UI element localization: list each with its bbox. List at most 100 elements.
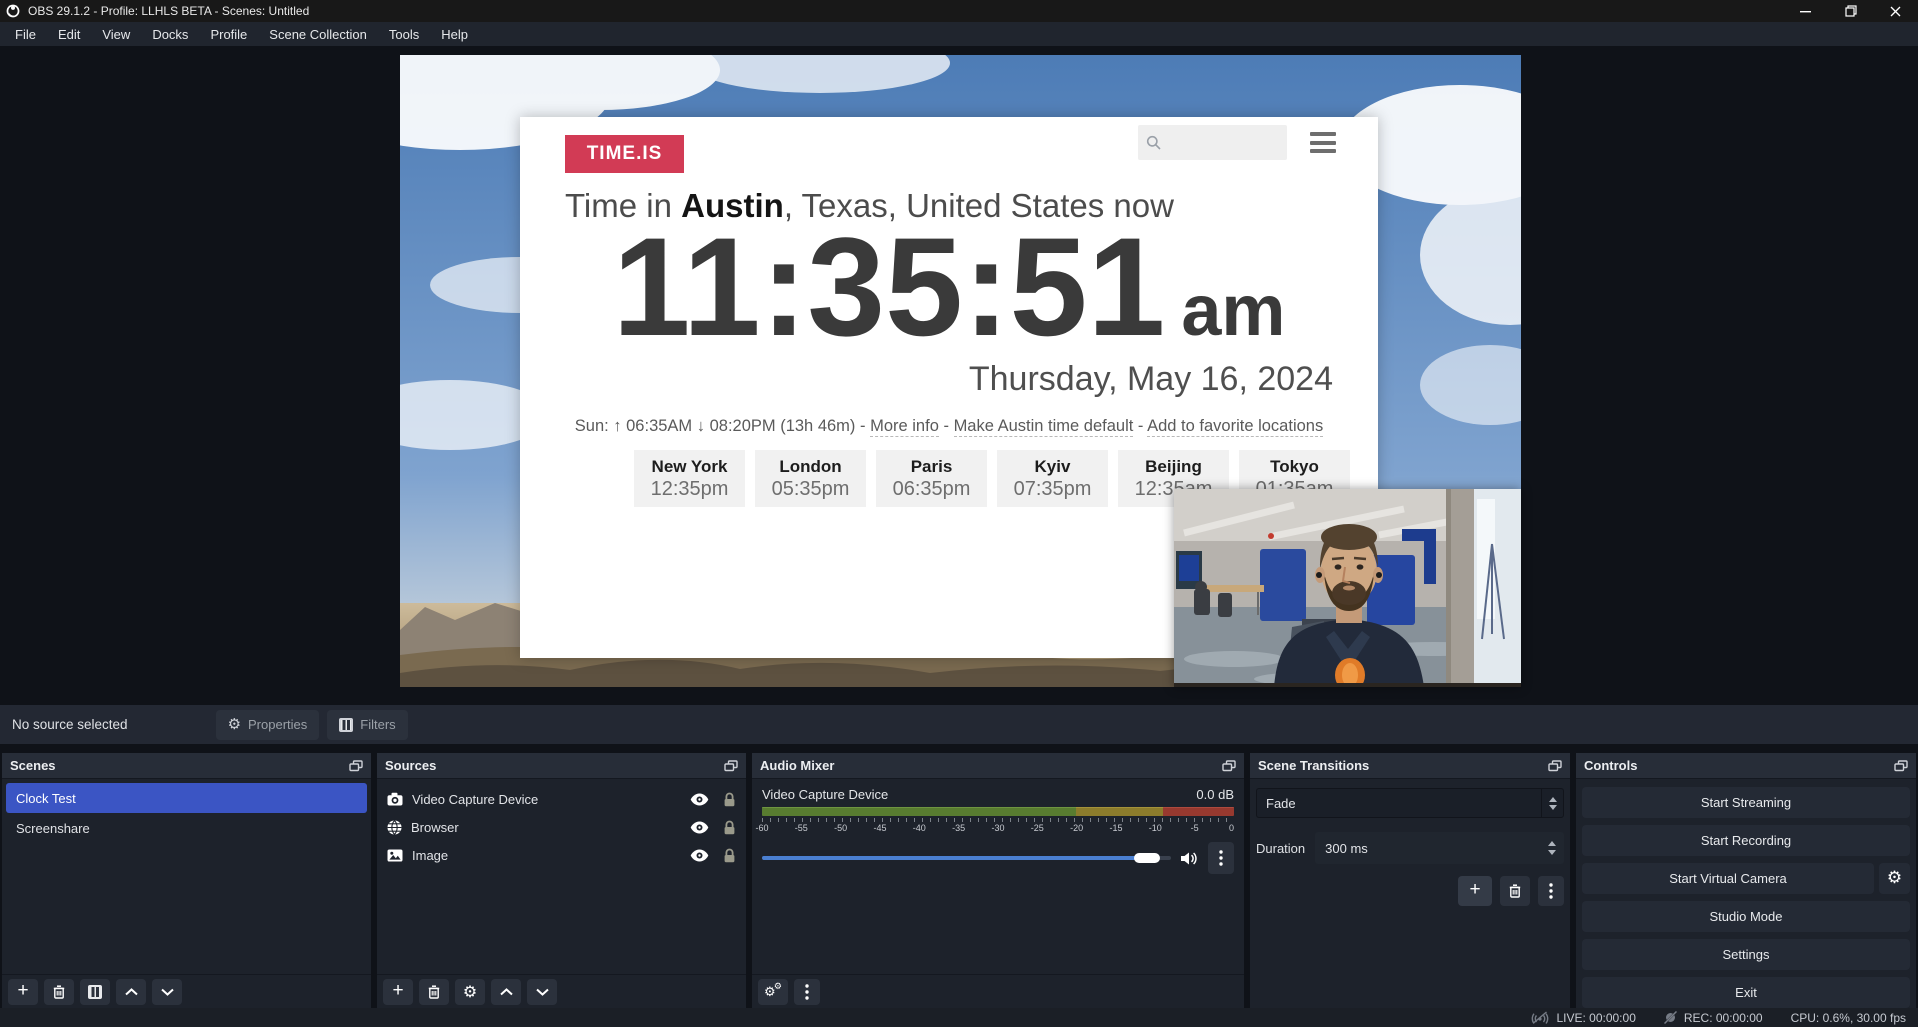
virtual-camera-settings-button[interactable]: ⚙: [1879, 863, 1910, 894]
popout-dock-icon[interactable]: [349, 760, 363, 772]
move-scene-up-button[interactable]: [116, 979, 146, 1005]
lock-icon[interactable]: [723, 848, 736, 863]
transitions-title: Scene Transitions: [1258, 758, 1369, 773]
menu-profile[interactable]: Profile: [199, 22, 258, 46]
cpu-fps-status: CPU: 0.6%, 30.00 fps: [1791, 1011, 1906, 1025]
volume-slider-handle[interactable]: [1134, 853, 1160, 863]
volume-slider[interactable]: [762, 856, 1171, 860]
scene-filters-button[interactable]: [80, 979, 110, 1005]
filters-button[interactable]: Filters: [327, 710, 407, 740]
exit-button[interactable]: Exit: [1582, 977, 1910, 1008]
source-properties-button[interactable]: ⚙: [455, 979, 485, 1005]
tick-label: -35: [952, 823, 965, 833]
add-source-button[interactable]: +: [383, 979, 413, 1005]
menu-tools[interactable]: Tools: [378, 22, 430, 46]
city-card[interactable]: New York12:35pm: [634, 450, 745, 507]
tick-label: -40: [913, 823, 926, 833]
add-favorite-link[interactable]: Add to favorite locations: [1147, 417, 1323, 437]
controls-header: Controls: [1576, 753, 1916, 779]
lock-icon[interactable]: [723, 792, 736, 807]
transition-properties-button[interactable]: [1538, 876, 1564, 906]
studio-mode-button[interactable]: Studio Mode: [1582, 901, 1910, 932]
add-transition-button[interactable]: +: [1458, 876, 1492, 906]
city-name: Paris: [876, 457, 987, 477]
move-source-up-button[interactable]: [491, 979, 521, 1005]
popout-dock-icon[interactable]: [1222, 760, 1236, 772]
remove-scene-button[interactable]: [44, 979, 74, 1005]
source-item-image[interactable]: Image: [377, 841, 746, 869]
source-item-browser[interactable]: Browser: [377, 813, 746, 841]
properties-button[interactable]: ⚙ Properties: [216, 710, 320, 740]
make-default-link[interactable]: Make Austin time default: [954, 417, 1134, 437]
more-info-link[interactable]: More info: [870, 417, 939, 437]
tick-label: -20: [1070, 823, 1083, 833]
menu-scene-collection[interactable]: Scene Collection: [258, 22, 378, 46]
city-card[interactable]: Paris06:35pm: [876, 450, 987, 507]
hamburger-menu-icon[interactable]: [1310, 132, 1336, 153]
sources-panel-title: Sources: [385, 758, 436, 773]
city-card[interactable]: London05:35pm: [755, 450, 866, 507]
scenes-panel-header: Scenes: [2, 753, 371, 779]
minimize-button[interactable]: [1783, 0, 1828, 22]
popout-dock-icon[interactable]: [1548, 760, 1562, 772]
sources-panel: Sources Video Capture Device Browser: [377, 753, 746, 1008]
advanced-audio-button[interactable]: ⚙ ⚙: [758, 979, 788, 1005]
city-name: Beijing: [1118, 457, 1229, 477]
status-bar: LIVE: 00:00:00 REC: 00:00:00 CPU: 0.6%, …: [0, 1008, 1918, 1027]
preview-area[interactable]: TIME.IS Time in Austin, Texas, United St…: [0, 46, 1918, 705]
menu-help[interactable]: Help: [430, 22, 479, 46]
source-item-video-capture[interactable]: Video Capture Device: [377, 785, 746, 813]
remove-transition-button[interactable]: [1500, 876, 1530, 906]
start-recording-button[interactable]: Start Recording: [1582, 825, 1910, 856]
start-virtual-camera-button[interactable]: Start Virtual Camera: [1582, 863, 1874, 894]
city-time: 07:35pm: [997, 478, 1108, 501]
current-date: Thursday, May 16, 2024: [969, 360, 1333, 399]
menu-docks[interactable]: Docks: [141, 22, 199, 46]
tick-label: -10: [1149, 823, 1162, 833]
city-name: Tokyo: [1239, 457, 1350, 477]
source-label: Browser: [411, 820, 681, 835]
settings-button[interactable]: Settings: [1582, 939, 1910, 970]
scene-item-screenshare[interactable]: Screenshare: [6, 813, 367, 843]
properties-label: Properties: [248, 717, 307, 732]
mixer-menu-button[interactable]: [794, 979, 820, 1005]
timeis-logo[interactable]: TIME.IS: [565, 135, 684, 173]
remove-source-button[interactable]: [419, 979, 449, 1005]
scenes-panel-title: Scenes: [10, 758, 56, 773]
transition-select[interactable]: Fade: [1256, 788, 1564, 818]
sources-toolbar: + ⚙: [377, 974, 746, 1008]
meter-scale: -60 -55 -50 -45 -40 -35 -30 -25 -20 -15 …: [762, 818, 1234, 834]
visibility-eye-icon[interactable]: [690, 793, 709, 806]
popout-dock-icon[interactable]: [724, 760, 738, 772]
rec-time: REC: 00:00:00: [1684, 1011, 1763, 1025]
visibility-eye-icon[interactable]: [690, 849, 709, 862]
mixer-options-button[interactable]: [1208, 842, 1234, 874]
audio-mixer-toolbar: ⚙ ⚙: [752, 974, 1244, 1008]
menu-file[interactable]: File: [4, 22, 47, 46]
source-list: Video Capture Device Browser: [377, 779, 746, 875]
visibility-eye-icon[interactable]: [690, 821, 709, 834]
speaker-icon[interactable]: [1180, 851, 1199, 866]
live-time: LIVE: 00:00:00: [1556, 1011, 1635, 1025]
add-scene-button[interactable]: +: [8, 979, 38, 1005]
spinner-arrows[interactable]: [1540, 841, 1564, 855]
move-source-down-button[interactable]: [527, 979, 557, 1005]
move-scene-down-button[interactable]: [152, 979, 182, 1005]
separator: -: [1138, 417, 1144, 435]
close-button[interactable]: [1873, 0, 1918, 22]
webcam-overlay[interactable]: [1174, 489, 1521, 687]
lock-icon[interactable]: [723, 820, 736, 835]
start-streaming-button[interactable]: Start Streaming: [1582, 787, 1910, 818]
record-inactive-icon: [1664, 1011, 1677, 1024]
filter-icon: [339, 718, 353, 732]
duration-spinbox[interactable]: 300 ms: [1315, 832, 1564, 864]
menu-view[interactable]: View: [91, 22, 141, 46]
sources-panel-header: Sources: [377, 753, 746, 779]
restore-button[interactable]: [1828, 0, 1873, 22]
city-card[interactable]: Kyiv07:35pm: [997, 450, 1108, 507]
search-box[interactable]: [1138, 125, 1287, 160]
menu-edit[interactable]: Edit: [47, 22, 91, 46]
scene-item-clock-test[interactable]: Clock Test: [6, 783, 367, 813]
popout-dock-icon[interactable]: [1894, 760, 1908, 772]
separator: -: [943, 417, 949, 435]
